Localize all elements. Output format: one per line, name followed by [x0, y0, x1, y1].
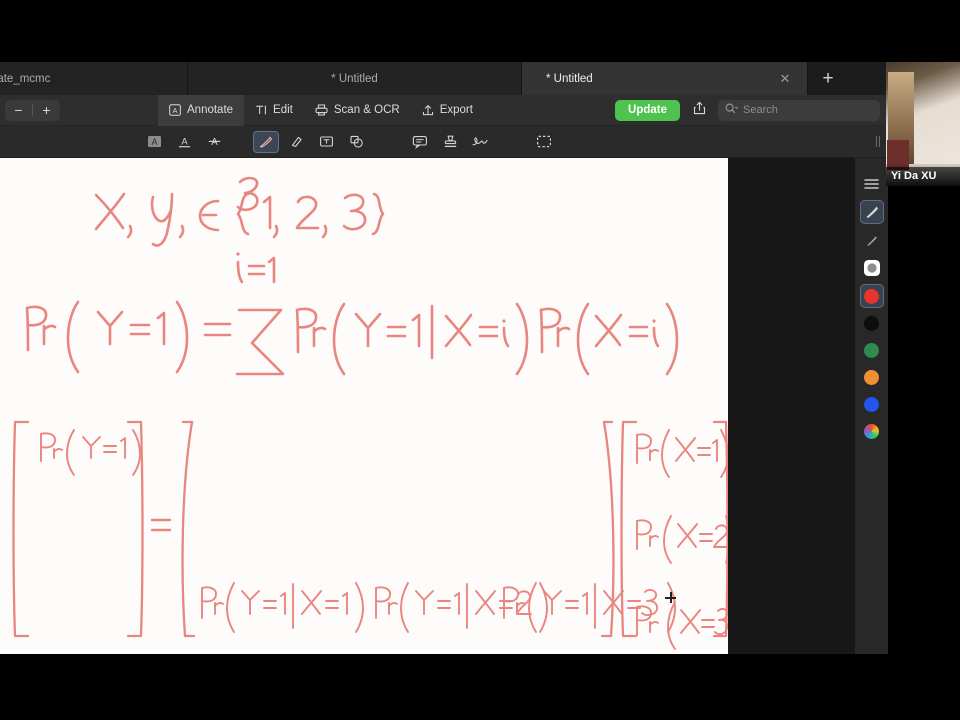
- pen-tool-sidebar: [855, 158, 888, 654]
- mode-annotate[interactable]: A Annotate: [158, 94, 245, 126]
- tab-label: * Untitled: [546, 72, 593, 85]
- pdf-page[interactable]: [0, 158, 728, 654]
- share-button[interactable]: [689, 101, 709, 120]
- search-placeholder: Search: [743, 104, 778, 116]
- tab-untitled-2-active[interactable]: * Untitled ✕: [522, 62, 808, 95]
- app-window: ediate_mcmc * Untitled * Untitled ✕ + −: [0, 62, 888, 654]
- export-icon: [422, 104, 434, 116]
- shapes-icon[interactable]: [343, 131, 369, 153]
- plus-icon: +: [822, 67, 834, 89]
- swatch-dot: [864, 315, 879, 331]
- zoom-out-button[interactable]: −: [5, 100, 32, 121]
- tab-bar: ediate_mcmc * Untitled * Untitled ✕ +: [0, 62, 888, 95]
- screen: ediate_mcmc * Untitled * Untitled ✕ + −: [0, 0, 960, 720]
- minus-icon: −: [14, 102, 23, 118]
- mode-label: Edit: [273, 104, 293, 116]
- stamp-icon[interactable]: [437, 131, 463, 153]
- zoom-in-button[interactable]: +: [33, 100, 60, 121]
- pen-icon[interactable]: [253, 130, 279, 153]
- color-swatch-red[interactable]: [859, 284, 884, 308]
- annotation-tools-row: A A A: [0, 126, 888, 158]
- thickness-dial-icon[interactable]: [860, 256, 884, 280]
- mode-scan-ocr[interactable]: Scan & OCR: [304, 95, 411, 126]
- eraser-icon[interactable]: [283, 131, 309, 153]
- mode-export[interactable]: Export: [411, 95, 484, 126]
- plus-icon: +: [42, 102, 51, 118]
- svg-text:A: A: [211, 137, 218, 148]
- mode-label: Annotate: [187, 104, 234, 116]
- zoom-controls: − +: [5, 99, 60, 121]
- close-icon[interactable]: ✕: [777, 71, 793, 87]
- swatch-dot: [864, 369, 879, 385]
- participant-name-label: Yi Da XU: [886, 167, 960, 186]
- mode-switcher: A Annotate Edit Scan & OCR Export: [158, 94, 484, 126]
- tab-ediate-mcmc[interactable]: ediate_mcmc: [0, 62, 188, 95]
- color-swatch-blue[interactable]: [860, 392, 884, 416]
- webcam-video-overlay[interactable]: Yi Da XU: [886, 62, 960, 186]
- scanner-icon: [315, 104, 328, 116]
- share-icon: [693, 101, 706, 120]
- annotate-icon: A: [169, 104, 181, 116]
- color-swatch-orange[interactable]: [860, 365, 884, 389]
- toolbar-right-group: Update Search: [615, 99, 888, 121]
- main-toolbar: − + A Annotate Edit Scan & OCR Export Up…: [0, 94, 888, 126]
- svg-text:A: A: [151, 137, 157, 147]
- swatch-dot: [864, 342, 879, 358]
- svg-text:A: A: [181, 137, 188, 148]
- color-swatch-custom[interactable]: [860, 419, 884, 443]
- update-button[interactable]: Update: [615, 99, 680, 121]
- tab-label: ediate_mcmc: [0, 72, 51, 85]
- mode-label: Export: [439, 104, 473, 116]
- tab-label: * Untitled: [331, 72, 378, 85]
- swatch-dot: [864, 396, 879, 412]
- mode-edit[interactable]: Edit: [244, 95, 304, 126]
- text-edit-icon: [255, 104, 267, 116]
- tab-untitled-1[interactable]: * Untitled: [188, 62, 522, 95]
- pen-thin-icon[interactable]: [860, 228, 884, 252]
- highlight-box-icon[interactable]: A: [141, 131, 167, 153]
- search-icon: [725, 101, 739, 119]
- comment-icon[interactable]: [407, 131, 433, 153]
- swatch-dot: [864, 288, 879, 304]
- underline-icon[interactable]: A: [171, 131, 197, 153]
- new-tab-button[interactable]: +: [808, 62, 848, 95]
- handwritten-annotations: [12, 176, 728, 650]
- strikethrough-icon[interactable]: A: [201, 131, 227, 153]
- mode-label: Scan & OCR: [333, 104, 400, 116]
- color-swatch-green[interactable]: [860, 338, 884, 362]
- svg-text:A: A: [173, 106, 178, 115]
- hamburger-menu-icon[interactable]: [860, 172, 884, 196]
- swatch-dot: [864, 423, 879, 439]
- search-input[interactable]: Search: [718, 99, 880, 121]
- pen-thick-icon[interactable]: [859, 200, 884, 224]
- update-label: Update: [628, 103, 667, 116]
- signature-icon[interactable]: [467, 131, 493, 153]
- text-box-icon[interactable]: [313, 131, 339, 153]
- crosshair-cursor: [665, 592, 676, 603]
- color-swatch-black[interactable]: [860, 311, 884, 335]
- toolbar-resize-handle[interactable]: [876, 136, 880, 147]
- document-side-panel[interactable]: [728, 158, 877, 654]
- area-select-icon[interactable]: [531, 131, 557, 153]
- document-area: [0, 158, 888, 654]
